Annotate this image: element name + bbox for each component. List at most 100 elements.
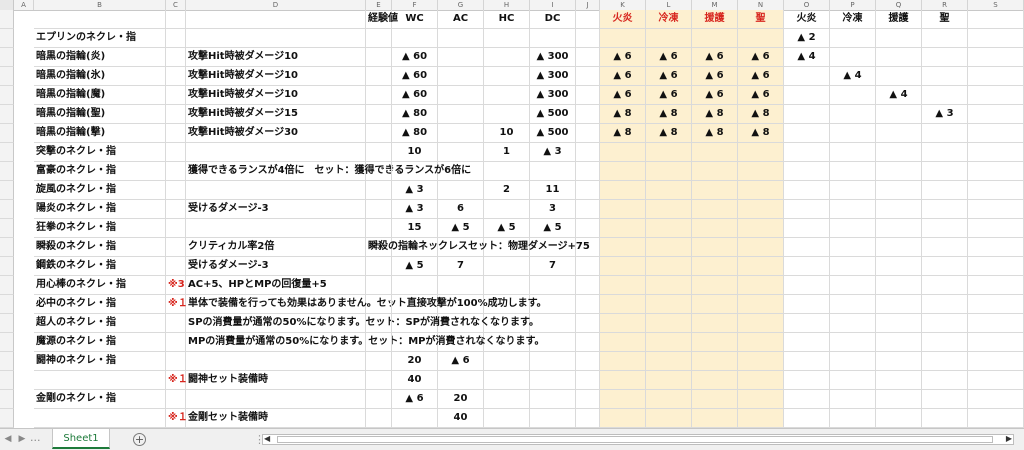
cell-l[interactable] (646, 219, 692, 238)
cell-p[interactable] (830, 162, 876, 181)
cell-q[interactable] (876, 143, 922, 162)
cell-i[interactable]: ▲ 300 (530, 86, 576, 105)
cell-p[interactable] (830, 352, 876, 371)
cell-i[interactable]: DC (530, 10, 576, 29)
cell-l[interactable]: ▲ 8 (646, 124, 692, 143)
cell-e[interactable] (366, 143, 392, 162)
column-header-q[interactable]: Q (876, 0, 922, 10)
cell-l[interactable]: ▲ 6 (646, 48, 692, 67)
cell-h[interactable]: 2 (484, 181, 530, 200)
cell-d[interactable] (186, 219, 366, 238)
cell-n[interactable] (738, 181, 784, 200)
cell-j[interactable] (576, 67, 600, 86)
cell-n[interactable] (738, 371, 784, 390)
cell-k[interactable] (600, 276, 646, 295)
cell-j[interactable] (576, 124, 600, 143)
cell-h[interactable] (484, 48, 530, 67)
cell-f[interactable]: ▲ 80 (392, 124, 438, 143)
cell-d[interactable]: 受けるダメージ-3 (186, 200, 366, 219)
cell-l[interactable] (646, 143, 692, 162)
row-number-cell[interactable] (0, 67, 14, 86)
row-number-cell[interactable] (0, 257, 14, 276)
column-header-b[interactable]: B (34, 0, 166, 10)
cell-p[interactable] (830, 333, 876, 352)
cell-i[interactable]: ▲ 500 (530, 105, 576, 124)
cell-l[interactable]: 冷凍 (646, 10, 692, 29)
cell-r[interactable] (922, 143, 968, 162)
cell-k[interactable] (600, 29, 646, 48)
cell-o[interactable] (784, 371, 830, 390)
cell-c[interactable] (166, 238, 186, 257)
cell-k[interactable] (600, 295, 646, 314)
cell-e[interactable] (366, 124, 392, 143)
cell-p[interactable] (830, 257, 876, 276)
row-number-cell[interactable] (0, 124, 14, 143)
row-number-cell[interactable] (0, 181, 14, 200)
cell-i[interactable]: ▲ 3 (530, 143, 576, 162)
cell-r[interactable] (922, 124, 968, 143)
cell-s[interactable] (968, 181, 1024, 200)
cell-c[interactable] (166, 219, 186, 238)
cell-q[interactable] (876, 105, 922, 124)
spreadsheet-grid-area[interactable]: ABCDEFGHIJKLMNOPQRS 経験値 WC AC HC DC 火炎 冷凍 援護聖火炎… (0, 0, 1024, 428)
cell-d[interactable]: MPの消費量が通常の50%になります。セット：MPが消費されなくなります。 (186, 333, 545, 352)
cell-p[interactable] (830, 219, 876, 238)
cell-g[interactable] (438, 29, 484, 48)
cell-q[interactable] (876, 276, 922, 295)
cell-c[interactable] (166, 162, 186, 181)
cell-c[interactable] (166, 29, 186, 48)
cell-s[interactable] (968, 276, 1024, 295)
cell-f[interactable]: ▲ 6 (392, 390, 438, 409)
cell-o[interactable] (784, 276, 830, 295)
cell-b[interactable] (34, 409, 166, 428)
row-number-cell[interactable] (0, 333, 14, 352)
cell-d[interactable]: AC+5、HPとMPの回復量+5 (186, 276, 366, 295)
cell-q[interactable]: ▲ 4 (876, 86, 922, 105)
cell-o[interactable] (784, 238, 830, 257)
cell-m[interactable] (692, 219, 738, 238)
cell-r[interactable] (922, 352, 968, 371)
cell-q[interactable] (876, 219, 922, 238)
cell-l[interactable] (646, 409, 692, 428)
column-header-s[interactable]: S (968, 0, 1024, 10)
cell-f[interactable] (392, 29, 438, 48)
cell-h[interactable]: ▲ 5 (484, 219, 530, 238)
cell-b[interactable]: 瞬殺のネクレ・指 (34, 238, 166, 257)
cell-o[interactable]: ▲ 4 (784, 48, 830, 67)
cell-m[interactable] (692, 143, 738, 162)
cell-l[interactable] (646, 390, 692, 409)
column-header-e[interactable]: E (366, 0, 392, 10)
cell-f[interactable]: ▲ 3 (392, 200, 438, 219)
cell-h[interactable] (484, 257, 530, 276)
cell-n[interactable] (738, 333, 784, 352)
cell-q[interactable] (876, 409, 922, 428)
cell-m[interactable] (692, 200, 738, 219)
cell-h[interactable] (484, 86, 530, 105)
cell-s[interactable] (968, 10, 1024, 29)
cell-m[interactable]: ▲ 6 (692, 48, 738, 67)
cell-f[interactable]: ▲ 80 (392, 105, 438, 124)
row-number-cell[interactable] (0, 390, 14, 409)
cell-e[interactable] (366, 67, 392, 86)
cell-m[interactable]: ▲ 8 (692, 105, 738, 124)
cell-k[interactable]: ▲ 6 (600, 67, 646, 86)
cell-c[interactable]: ※１ (166, 371, 188, 390)
column-header-p[interactable]: P (830, 0, 876, 10)
cell-r[interactable] (922, 276, 968, 295)
cell-o[interactable] (784, 295, 830, 314)
column-header-g[interactable]: G (438, 0, 484, 10)
cell-p[interactable] (830, 371, 876, 390)
cell-r[interactable] (922, 200, 968, 219)
cell-r[interactable] (922, 371, 968, 390)
cell-k[interactable] (600, 390, 646, 409)
cell-m[interactable]: ▲ 6 (692, 86, 738, 105)
cell-c[interactable] (166, 314, 186, 333)
cell-o[interactable] (784, 314, 830, 333)
cell-q[interactable] (876, 48, 922, 67)
cell-e[interactable]: 経験値 (366, 10, 398, 29)
cell-f[interactable]: ▲ 3 (392, 181, 438, 200)
cell-e[interactable] (366, 409, 392, 428)
cell-k[interactable] (600, 162, 646, 181)
cell-g[interactable] (438, 143, 484, 162)
cell-s[interactable] (968, 29, 1024, 48)
